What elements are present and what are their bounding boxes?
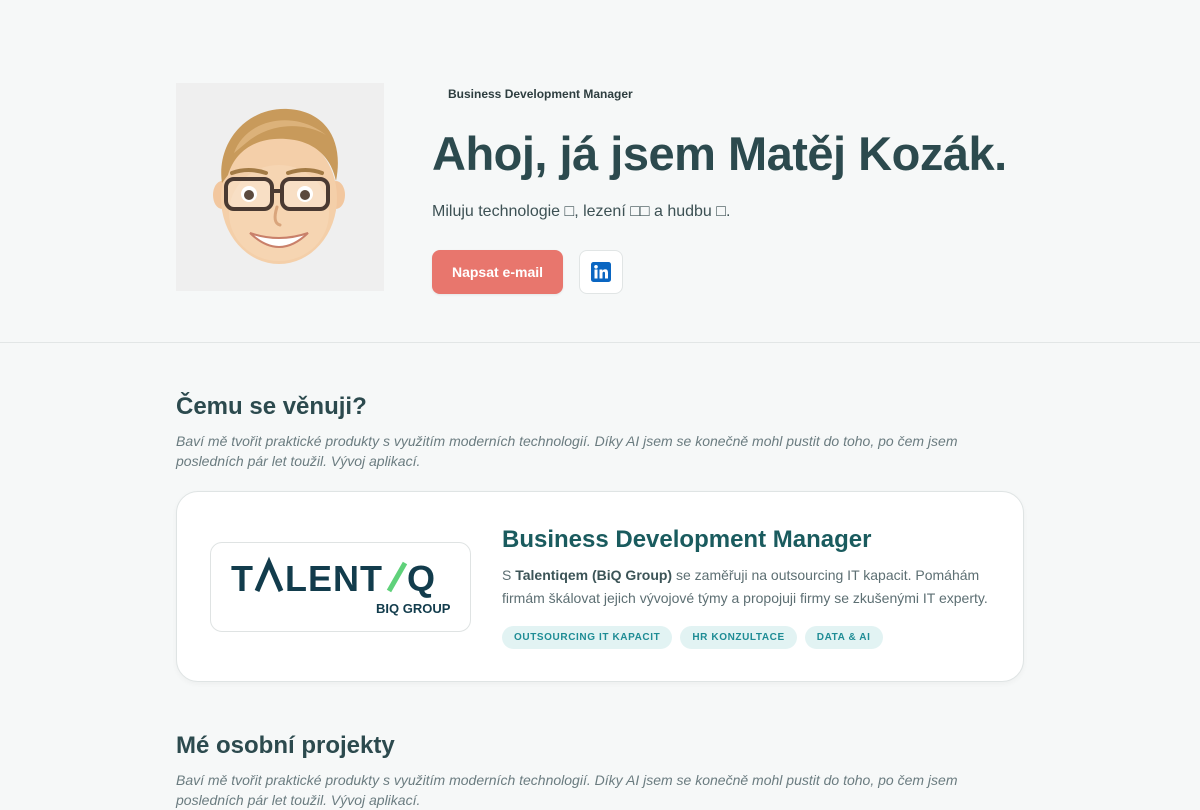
tag-list: OUTSOURCING IT KAPACIT HR KONZULTACE DAT… xyxy=(502,626,883,649)
page-title: Ahoj, já jsem Matěj Kozák. xyxy=(432,127,1007,180)
projects-heading: Mé osobní projekty xyxy=(176,732,395,759)
hero-role-tag: Business Development Manager xyxy=(448,87,633,101)
svg-text:T: T xyxy=(231,558,254,599)
logo-sub-text: BIQ GROUP xyxy=(376,601,451,616)
tag-hr: HR KONZULTACE xyxy=(680,626,797,649)
talentiq-logo: T LENT Q BIQ GROUP xyxy=(210,542,471,632)
hero-subtitle: Miluju technologie □, lezení □□ a hudbu … xyxy=(432,203,731,220)
talentiq-logo-icon: T LENT Q BIQ GROUP xyxy=(231,556,451,616)
hero-section: Business Development Manager Ahoj, já js… xyxy=(0,0,1200,343)
card-description: S Talentiqem (BiQ Group) se zaměřuji na … xyxy=(502,564,1002,610)
memoji-avatar-icon xyxy=(213,108,345,264)
tag-outsourcing: OUTSOURCING IT KAPACIT xyxy=(502,626,673,649)
linkedin-button[interactable] xyxy=(579,250,623,294)
avatar xyxy=(176,83,384,291)
linkedin-icon xyxy=(591,262,611,282)
tag-data-ai: DATA & AI xyxy=(804,626,883,649)
experience-card: T LENT Q BIQ GROUP Business Development … xyxy=(176,491,1024,682)
card-text-prefix: S xyxy=(502,567,516,583)
card-company: Talentiqem (BiQ Group) xyxy=(515,567,673,583)
focus-heading: Čemu se věnuji? xyxy=(176,393,367,420)
email-button[interactable]: Napsat e-mail xyxy=(432,250,563,294)
card-title: Business Development Manager xyxy=(502,526,872,553)
focus-intro: Baví mě tvořit praktické produkty s využ… xyxy=(176,433,958,469)
projects-intro: Baví mě tvořit praktické produkty s využ… xyxy=(176,772,958,808)
svg-text:LENT: LENT xyxy=(285,558,383,599)
svg-text:Q: Q xyxy=(407,558,435,599)
